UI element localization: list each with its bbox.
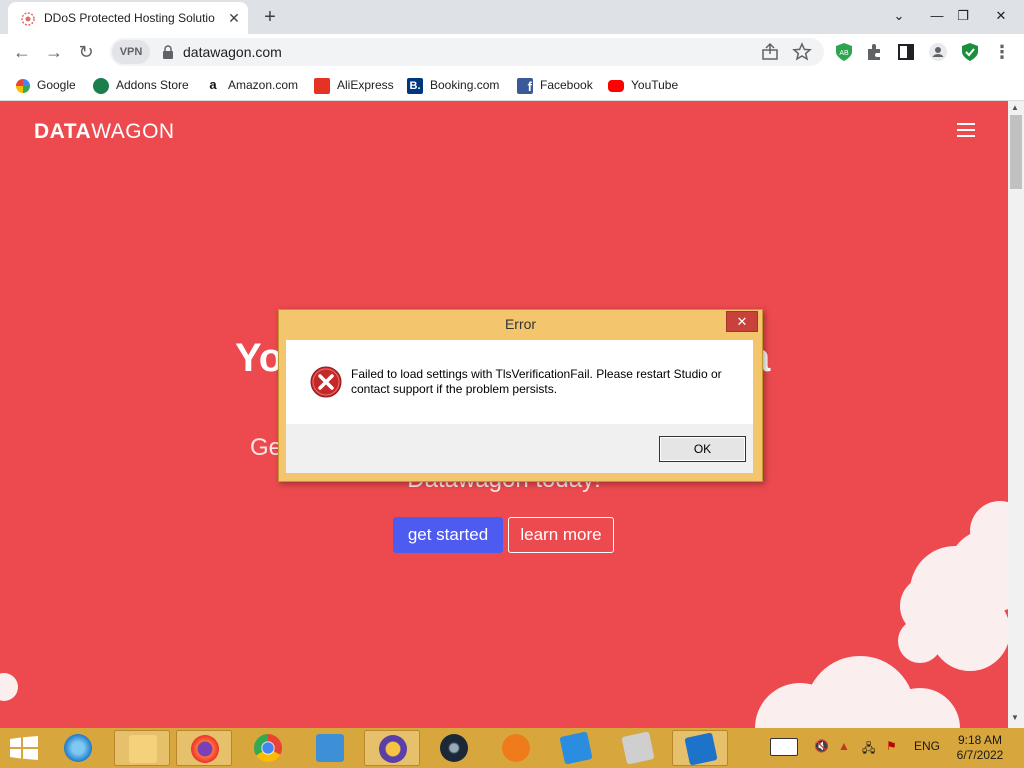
error-dialog: Error ✕ Failed to load settings with Tls… [278,309,763,482]
tab-title: DDoS Protected Hosting Solutio [44,11,215,25]
forward-icon[interactable]: → [42,40,66,64]
extensions-puzzle-icon[interactable] [864,42,884,62]
security-shield-icon[interactable] [960,42,980,62]
addons-store-icon [93,77,109,94]
bookmark-addons-store[interactable]: Addons Store [93,76,189,94]
bookmark-star-icon[interactable] [792,42,812,62]
network-icon[interactable]: 🖧 [862,739,875,757]
control-panel-icon [316,734,344,762]
roblox-icon [621,731,655,765]
profile-avatar-icon[interactable] [928,42,948,62]
bookmark-aliexpress[interactable]: AliExpress [314,76,394,94]
taskbar-steam[interactable] [426,730,482,766]
taskbar-control-panel[interactable] [302,730,358,766]
steam-icon [440,734,468,762]
reload-icon[interactable]: ↻ [74,40,98,64]
site-favicon-icon [21,12,35,26]
youtube-icon [608,79,624,92]
chrome-icon [254,734,282,762]
clock-time: 9:18 AM [957,733,1003,747]
aliexpress-icon [314,77,330,94]
new-tab-icon[interactable]: + [260,7,280,27]
taskbar-internet-explorer[interactable] [50,730,106,766]
get-started-button[interactable]: get started [393,517,503,553]
folder-icon [129,735,157,763]
side-panel-icon[interactable] [896,42,916,62]
back-icon[interactable]: ← [10,40,34,64]
tab-search-icon[interactable]: ⌄ [884,4,914,28]
bookmark-amazon[interactable]: a Amazon.com [205,76,298,94]
lock-icon[interactable] [162,45,174,59]
error-icon [310,366,342,398]
taskbar-roblox-studio[interactable] [548,730,604,766]
menu-kebab-icon[interactable]: ⋮ [990,40,1014,64]
site-logo[interactable]: DATAWAGON [34,120,175,144]
scroll-down-icon[interactable]: ▼ [1011,713,1019,722]
bookmark-youtube[interactable]: YouTube [608,76,678,94]
bookmark-google[interactable]: Google [16,76,76,94]
roblox-studio-active-icon [684,732,718,766]
adblock-extension-icon[interactable]: AB [834,42,854,62]
dialog-footer: OK [286,424,753,473]
app-orange-icon [502,734,530,762]
dialog-body: Failed to load settings with TlsVerifica… [286,340,753,424]
learn-more-button[interactable]: learn more [508,517,614,553]
address-bar[interactable]: VPN datawagon.com [110,38,824,66]
vpn-app-icon [379,735,407,763]
amazon-icon: a [205,77,221,94]
system-clock[interactable]: 9:18 AM 6/7/2022 [950,733,1010,763]
volume-muted-icon[interactable]: 🔇 [814,739,829,757]
share-icon[interactable] [760,42,780,62]
taskbar-firefox[interactable] [176,730,232,766]
clock-date: 6/7/2022 [956,748,1004,762]
restore-icon[interactable]: ❐ [948,4,978,28]
scroll-thumb[interactable] [1010,115,1022,189]
taskbar-chrome[interactable] [240,730,296,766]
firefox-icon [191,735,219,763]
hamburger-menu-icon[interactable] [957,123,975,137]
dialog-title: Error [504,316,537,332]
tab-strip: DDoS Protected Hosting Solutio ✕ + ⌄ — ❐… [0,0,1024,34]
keyboard-icon[interactable] [770,738,798,756]
tab-close-icon[interactable]: ✕ [226,10,242,26]
bookmark-booking[interactable]: B. Booking.com [407,76,499,94]
taskbar-vpn-app[interactable] [364,730,420,766]
taskbar-roblox[interactable] [610,730,666,766]
ok-button[interactable]: OK [659,436,746,462]
booking-icon: B. [407,77,423,94]
avast-icon[interactable]: ▲ [838,739,850,757]
taskbar-sublime[interactable] [488,730,544,766]
windows-start-icon[interactable] [10,736,38,760]
bookmarks-bar: Google Addons Store a Amazon.com AliExpre… [0,70,1024,101]
taskbar-file-explorer[interactable] [114,730,170,766]
dialog-message: Failed to load settings with TlsVerifica… [351,367,722,396]
svg-text:AB: AB [839,50,849,57]
internet-explorer-icon [64,734,92,762]
vpn-badge[interactable]: VPN [112,40,150,64]
google-icon [16,78,30,93]
action-center-icon[interactable]: ⚑ [886,739,897,757]
dialog-close-button[interactable]: ✕ [726,311,758,332]
browser-toolbar: ← → ↻ VPN datawagon.com AB ⋮ [0,34,1024,70]
page-scrollbar[interactable]: ▲ ▼ [1008,101,1024,728]
close-window-icon[interactable]: ✕ [986,4,1016,28]
scroll-up-icon[interactable]: ▲ [1011,103,1019,112]
taskbar-roblox-studio-active[interactable] [672,730,728,766]
url-text[interactable]: datawagon.com [183,44,282,60]
facebook-icon: f [517,77,533,94]
language-indicator[interactable]: ENG [914,739,940,757]
browser-tab[interactable]: DDoS Protected Hosting Solutio ✕ [8,2,248,34]
windows-taskbar: 🔇 ▲ 🖧 ⚑ ENG 9:18 AM 6/7/2022 [0,728,1024,768]
bookmark-facebook[interactable]: f Facebook [517,76,593,94]
roblox-studio-icon [559,731,593,765]
